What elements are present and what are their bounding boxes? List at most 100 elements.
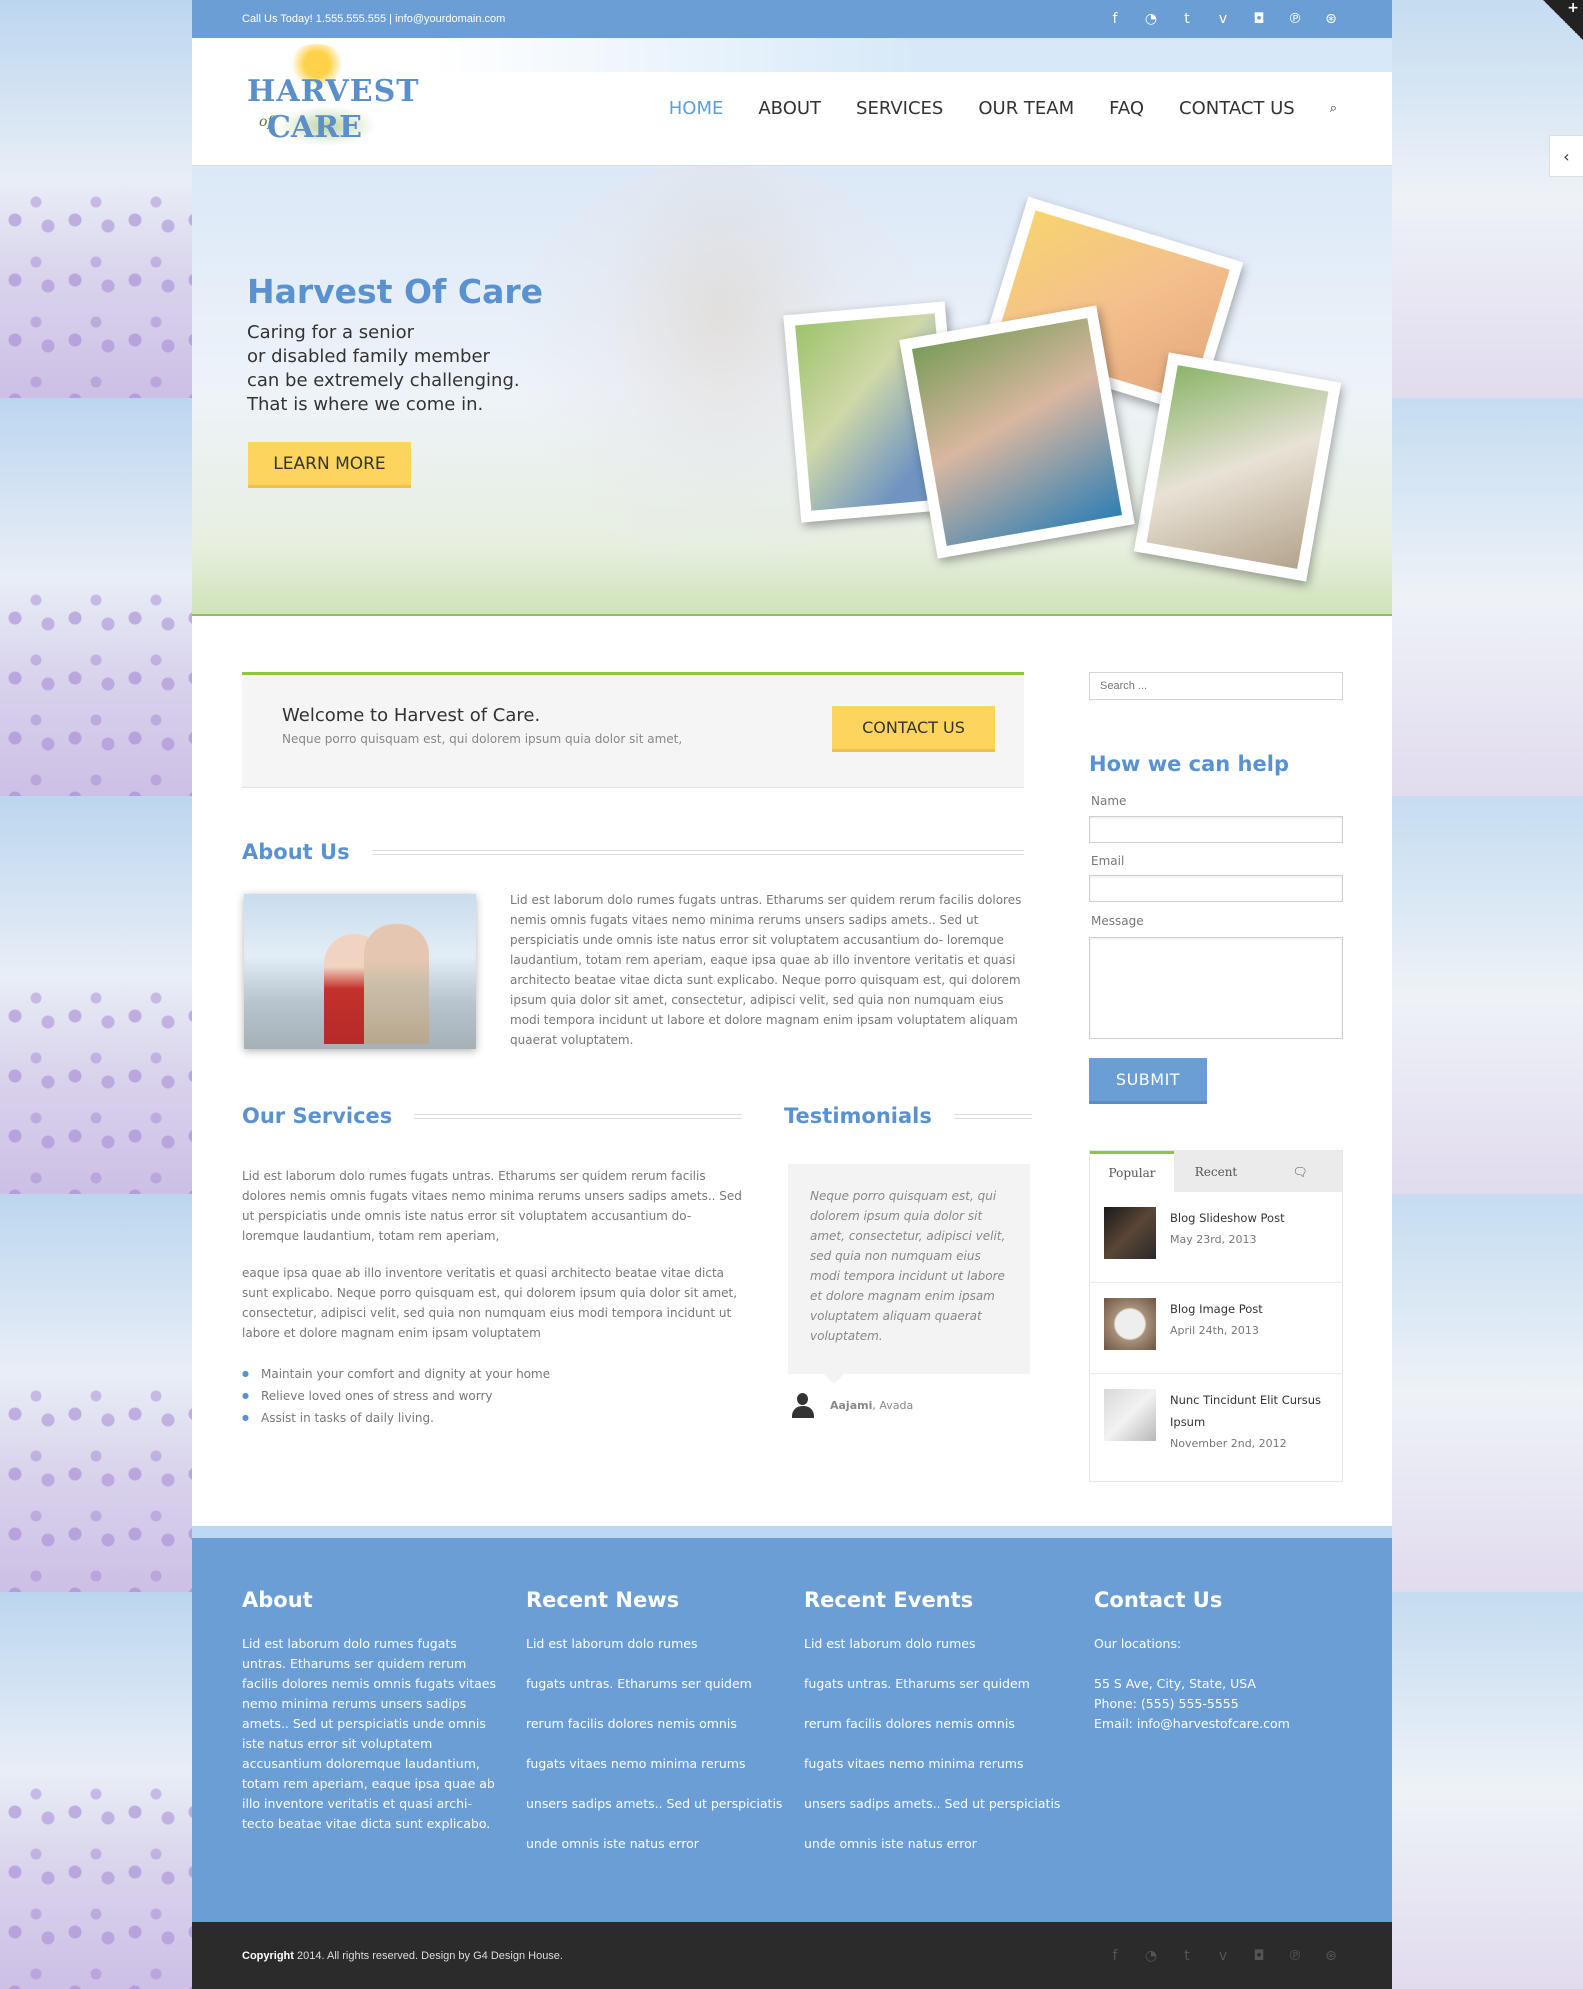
event-link[interactable]: fugats untras. Etharums ser quidem <box>804 1674 1084 1694</box>
event-link[interactable]: rerum facilis dolores nemis omnis <box>804 1714 1084 1734</box>
twitter-icon[interactable]: t <box>1176 1948 1198 1964</box>
email-field[interactable] <box>1089 875 1343 902</box>
welcome-subtitle: Neque porro quisquam est, qui dolorem ip… <box>282 732 683 746</box>
footer-events-title: Recent Events <box>804 1588 974 1612</box>
about-text: Lid est laborum dolo rumes fugats untras… <box>510 893 1022 1047</box>
hero-subtitle-line: That is where we come in. <box>247 394 484 415</box>
site-header: HARVEST of CARE HOME ABOUT SERVICES OUR … <box>192 38 1392 166</box>
hero-title: Harvest Of Care <box>247 272 544 311</box>
name-field[interactable] <box>1089 816 1343 843</box>
services-paragraph: eaque ipsa quae ab illo inventore verita… <box>242 1266 738 1340</box>
list-item: Assist in tasks of daily living. <box>242 1408 550 1430</box>
pinterest-icon[interactable]: ℗ <box>1284 1948 1306 1964</box>
post-title[interactable]: Blog Slideshow Post <box>1170 1207 1285 1229</box>
instagram-icon[interactable]: ◘ <box>1248 11 1270 27</box>
post-title[interactable]: Blog Image Post <box>1170 1298 1263 1320</box>
list-item[interactable]: Nunc Tincidunt Elit Cursus Ipsum Novembe… <box>1090 1374 1342 1465</box>
news-link[interactable]: rerum facilis dolores nemis omnis <box>526 1714 796 1734</box>
footer: About Lid est laborum dolo rumes fugats … <box>192 1526 1392 1922</box>
post-title[interactable]: Nunc Tincidunt Elit Cursus Ipsum <box>1170 1389 1328 1433</box>
news-link[interactable]: fugats untras. Etharums ser quidem <box>526 1674 796 1694</box>
page-wrapper: Call Us Today! 1.555.555.555 | info@your… <box>192 0 1392 1989</box>
tab-recent[interactable]: Recent <box>1174 1151 1258 1192</box>
contact-us-button[interactable]: CONTACT US <box>832 706 995 752</box>
event-link[interactable]: unsers sadips amets.. Sed ut perspiciati… <box>804 1794 1084 1814</box>
dribbble-icon[interactable]: ⊛ <box>1320 11 1342 27</box>
services-paragraph: Lid est laborum dolo rumes fugats untras… <box>242 1169 742 1243</box>
post-thumbnail[interactable] <box>1104 1207 1156 1259</box>
event-link[interactable]: unde omnis iste natus error <box>804 1834 1084 1854</box>
testimonials-section-heading: Testimonials <box>784 1104 1032 1128</box>
nav-faq[interactable]: FAQ <box>1109 98 1144 119</box>
logo[interactable]: HARVEST of CARE <box>247 44 419 162</box>
news-link[interactable]: unde omnis iste natus error <box>526 1834 796 1854</box>
news-link[interactable]: Lid est laborum dolo rumes <box>526 1634 796 1654</box>
hero-photo-family <box>899 305 1135 559</box>
footer-phone: Phone: (555) 555-5555 <box>1094 1696 1239 1711</box>
footer-about: About Lid est laborum dolo rumes fugats … <box>242 1588 502 1834</box>
tab-comments[interactable]: 🗨 <box>1258 1151 1342 1192</box>
learn-more-button[interactable]: LEARN MORE <box>248 442 411 488</box>
list-item: Relieve loved ones of stress and worry <box>242 1386 550 1408</box>
footer-recent-events: Recent Events Lid est laborum dolo rumes… <box>804 1588 1084 1874</box>
chevron-left-icon: ‹ <box>1563 146 1570 166</box>
welcome-title: Welcome to Harvest of Care. <box>282 705 541 726</box>
footer-social-links: f ◔ t v ◘ ℗ ⊛ <box>1104 1948 1342 1964</box>
about-section-heading: About Us <box>242 840 1024 864</box>
vimeo-icon[interactable]: v <box>1212 1948 1234 1964</box>
tab-popular[interactable]: Popular <box>1090 1151 1174 1192</box>
about-title: About Us <box>242 840 350 864</box>
event-link[interactable]: Lid est laborum dolo rumes <box>804 1634 1084 1654</box>
email-label: Email <box>1091 854 1125 868</box>
post-thumbnail[interactable] <box>1104 1298 1156 1350</box>
nav-contact-us[interactable]: CONTACT US <box>1179 98 1295 119</box>
facebook-icon[interactable]: f <box>1104 11 1126 27</box>
footer-email[interactable]: Email: info@harvestofcare.com <box>1094 1714 1344 1734</box>
dribbble-icon[interactable]: ⊛ <box>1320 1948 1342 1964</box>
submit-button[interactable]: SUBMIT <box>1089 1058 1207 1104</box>
nav-services[interactable]: SERVICES <box>856 98 943 119</box>
search-icon[interactable]: ⌕ <box>1330 101 1337 116</box>
twitter-icon[interactable]: t <box>1176 11 1198 27</box>
nav-home[interactable]: HOME <box>669 98 724 119</box>
message-field[interactable] <box>1089 937 1343 1039</box>
list-item[interactable]: Blog Image Post April 24th, 2013 <box>1090 1283 1342 1374</box>
testimonial-quote: Neque porro quisquam est, qui dolorem ip… <box>788 1164 1030 1384</box>
hero-photo-nurse <box>1133 352 1342 582</box>
instagram-icon[interactable]: ◘ <box>1248 1948 1270 1964</box>
topbar-contact: Call Us Today! 1.555.555.555 | info@your… <box>242 13 506 25</box>
footer-recent-news: Recent News Lid est laborum dolo rumes f… <box>526 1588 796 1874</box>
testimonial-author-name: Aajami <box>830 1398 873 1412</box>
list-item[interactable]: Blog Slideshow Post May 23rd, 2013 <box>1090 1192 1342 1283</box>
help-form-title: How we can help <box>1089 752 1289 776</box>
main-content: Welcome to Harvest of Care. Neque porro … <box>242 672 1032 1425</box>
main-nav: HOME ABOUT SERVICES OUR TEAM FAQ CONTACT… <box>669 98 1337 119</box>
comments-icon: 🗨 <box>1292 1164 1308 1179</box>
message-label: Message <box>1091 914 1144 928</box>
user-icon <box>790 1392 816 1418</box>
plus-icon: + <box>1567 0 1579 16</box>
rss-icon[interactable]: ◔ <box>1140 1948 1162 1964</box>
side-panel-toggle[interactable]: ‹ <box>1549 135 1583 177</box>
logo-text-care: CARE <box>267 110 362 145</box>
about-image <box>244 894 476 1049</box>
pinterest-icon[interactable]: ℗ <box>1284 11 1306 27</box>
corner-toggle[interactable]: + <box>1543 0 1583 40</box>
welcome-box: Welcome to Harvest of Care. Neque porro … <box>242 672 1024 788</box>
news-link[interactable]: unsers sadips amets.. Sed ut perspiciati… <box>526 1794 796 1814</box>
post-thumbnail[interactable] <box>1104 1389 1156 1441</box>
title-separator <box>371 849 1024 855</box>
vimeo-icon[interactable]: v <box>1212 11 1234 27</box>
background-right <box>1392 0 1583 1989</box>
post-date: April 24th, 2013 <box>1170 1324 1259 1337</box>
event-link[interactable]: fugats vitaes nemo minima rerums <box>804 1754 1084 1774</box>
news-link[interactable]: fugats vitaes nemo minima rerums <box>526 1754 796 1774</box>
nav-about[interactable]: ABOUT <box>758 98 821 119</box>
sidebar-search-input[interactable] <box>1089 672 1343 700</box>
footer-about-text: Lid est laborum dolo rumes fugats untras… <box>242 1636 496 1831</box>
nav-our-team[interactable]: OUR TEAM <box>978 98 1074 119</box>
hero-subtitle-line: Caring for a senior <box>247 322 415 343</box>
sidebar: How we can help Name Email Message SUBMI… <box>1089 672 1343 1482</box>
rss-icon[interactable]: ◔ <box>1140 11 1162 27</box>
facebook-icon[interactable]: f <box>1104 1948 1126 1964</box>
